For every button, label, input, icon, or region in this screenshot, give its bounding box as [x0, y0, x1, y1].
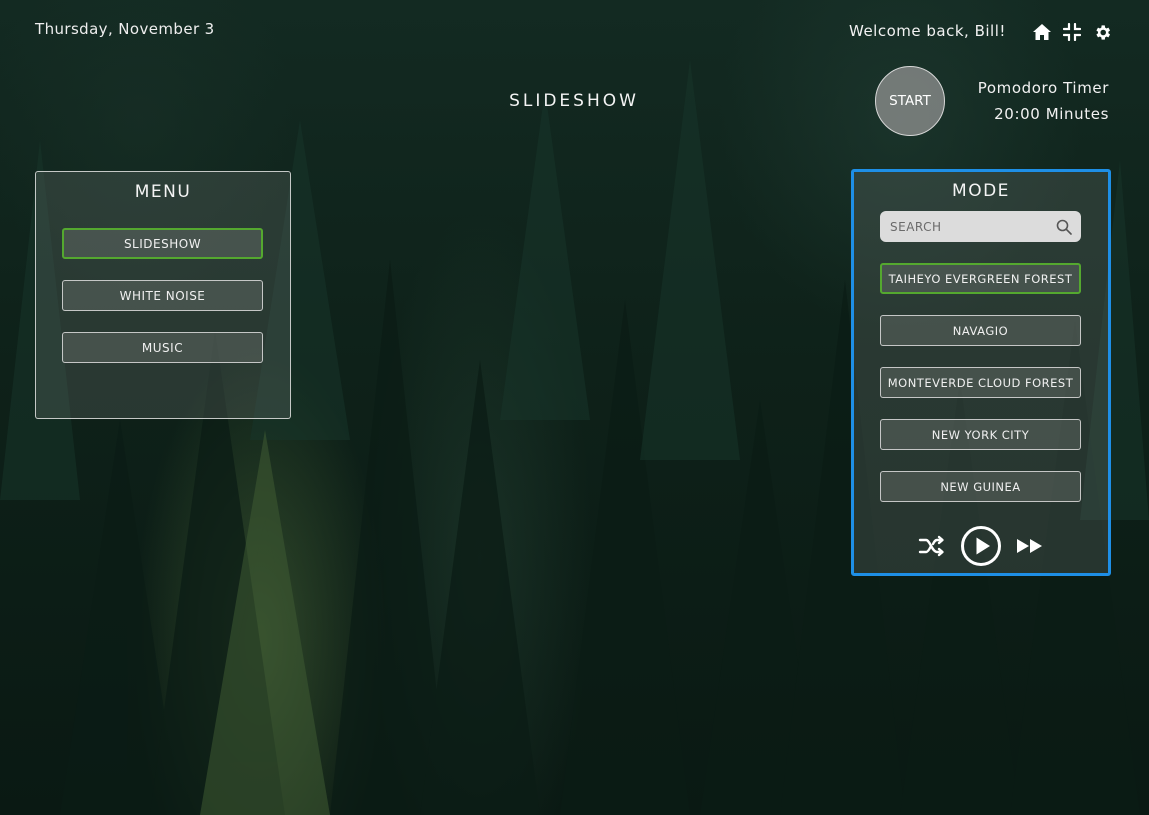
mode-item-navagio[interactable]: NAVAGIO — [880, 315, 1081, 346]
play-icon[interactable] — [960, 525, 1002, 567]
mode-item-monteverde-cloud-forest[interactable]: MONTEVERDE CLOUD FOREST — [880, 367, 1081, 398]
search-icon[interactable] — [1055, 218, 1073, 236]
compress-icon[interactable] — [1061, 21, 1083, 43]
fast-forward-icon[interactable] — [1016, 537, 1044, 555]
menu-title: MENU — [134, 182, 192, 202]
current-date: Thursday, November 3 — [35, 20, 215, 38]
playback-controls — [854, 524, 1108, 568]
search-placeholder: SEARCH — [890, 219, 942, 234]
slideshow-screen: Thursday, November 3 Welcome back, Bill!… — [0, 0, 1149, 815]
home-icon[interactable] — [1031, 21, 1053, 43]
welcome-message: Welcome back, Bill! — [849, 22, 1006, 40]
pomodoro-start-button[interactable]: START — [875, 66, 945, 136]
mode-panel: MODE SEARCH TAIHEYO EVERGREEN FOREST NAV… — [851, 169, 1111, 576]
top-toolbar — [1031, 21, 1113, 43]
mode-item-taiheyo-evergreen-forest[interactable]: TAIHEYO EVERGREEN FOREST — [880, 263, 1081, 294]
pomodoro-timer: Pomodoro Timer 20:00 Minutes — [952, 75, 1109, 127]
search-input[interactable]: SEARCH — [880, 211, 1081, 242]
shuffle-icon[interactable] — [918, 535, 946, 557]
menu-item-slideshow[interactable]: SLIDESHOW — [62, 228, 263, 259]
pomodoro-duration: 20:00 Minutes — [994, 105, 1109, 123]
page-title: SLIDESHOW — [509, 91, 639, 111]
pomodoro-title: Pomodoro Timer — [977, 79, 1109, 97]
gear-icon[interactable] — [1091, 21, 1113, 43]
menu-item-music[interactable]: MUSIC — [62, 332, 263, 363]
mode-title: MODE — [952, 181, 1010, 201]
menu-item-white-noise[interactable]: WHITE NOISE — [62, 280, 263, 311]
mode-item-new-york-city[interactable]: NEW YORK CITY — [880, 419, 1081, 450]
mode-item-new-guinea[interactable]: NEW GUINEA — [880, 471, 1081, 502]
menu-panel: MENU SLIDESHOW WHITE NOISE MUSIC — [35, 171, 291, 419]
